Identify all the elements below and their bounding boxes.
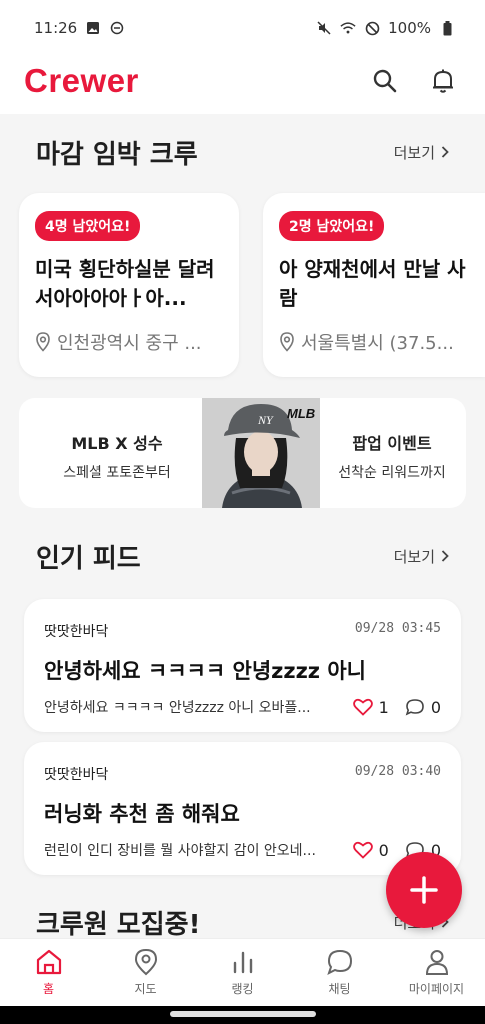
home-icon <box>36 949 61 975</box>
deadline-more-link[interactable]: 더보기 <box>394 142 449 163</box>
crew-location-text: 서울특별시 (37.5... <box>301 333 454 354</box>
feed-footer: 안녕하세요 ㅋㅋㅋㅋ 안녕zzzz 아니 오바플... 1 0 <box>44 697 441 717</box>
search-icon <box>373 69 397 93</box>
deadline-section-header: 마감 임박 크루 더보기 <box>0 134 485 170</box>
banner-left: MLB X 성수 스페셜 포토존부터 <box>51 430 183 482</box>
crew-card[interactable]: 2명 남았어요! 아 양재천에서 만날 사람 서울특별시 (37.5... <box>263 193 485 377</box>
crew-title: 아 양재천에서 만날 사람 <box>279 257 466 310</box>
section-title-feed: 인기 피드 <box>36 543 141 574</box>
location-pin-icon <box>36 332 50 352</box>
banner-right: 팝업 이벤트 선착순 리워드까지 <box>319 430 465 482</box>
search-button[interactable] <box>371 67 399 95</box>
comment-count: 0 <box>430 697 441 717</box>
gallery-icon <box>85 20 101 36</box>
status-time: 11:26 <box>34 19 78 37</box>
nav-label: 홈 <box>42 982 55 996</box>
feed-footer: 런린이 인디 장비를 뭘 사야할지 감이 안오네... 0 0 <box>44 840 441 860</box>
crew-location-text: 인천광역시 중구 ... <box>57 333 202 354</box>
bell-icon <box>433 69 453 93</box>
map-pin-icon <box>134 948 157 976</box>
section-title-deadline: 마감 임박 크루 <box>36 139 198 170</box>
dnd-icon <box>109 20 125 36</box>
more-label: 더보기 <box>393 143 435 162</box>
feed-date: 09/28 03:40 <box>354 764 441 779</box>
app-header: Crewer <box>0 48 485 114</box>
status-left: 11:26 <box>34 19 125 37</box>
feed-author: 땃땃한바닥 <box>44 767 109 783</box>
location-pin-icon <box>280 332 294 352</box>
remaining-badge: 4명 남았어요! <box>35 211 141 241</box>
bottom-nav: 홈 지도 랭킹 채팅 마이페이지 <box>0 938 485 1006</box>
bar-chart-icon <box>233 951 252 974</box>
blocked-icon <box>364 20 380 36</box>
feed-section-header: 인기 피드 더보기 <box>0 538 485 574</box>
feed-date: 09/28 03:45 <box>354 621 441 636</box>
comment-icon[interactable] <box>405 698 425 716</box>
promo-banner[interactable]: MLB X 성수 스페셜 포토존부터 NY MLB 팝업 이벤트 선착순 리워드… <box>19 398 466 508</box>
banner-brand-tag: MLB <box>287 406 316 421</box>
banner-right-sub: 선착순 리워드까지 <box>338 465 446 481</box>
notification-button[interactable] <box>429 67 457 95</box>
like-count: 0 <box>378 840 389 860</box>
home-indicator[interactable] <box>170 1011 316 1017</box>
crew-location: 인천광역시 중구 ... <box>35 329 223 355</box>
create-button[interactable] <box>386 852 462 928</box>
feed-title: 안녕하세요 ㅋㅋㅋㅋ 안녕zzzz 아니 <box>44 659 366 683</box>
feed-author: 땃땃한바닥 <box>44 624 109 640</box>
status-right: 100% <box>316 19 455 37</box>
chevron-right-icon <box>441 146 449 158</box>
like-count: 1 <box>378 697 389 717</box>
banner-left-title: MLB X 성수 <box>71 434 163 453</box>
nav-label: 마이페이지 <box>408 982 465 996</box>
banner-left-sub: 스페셜 포토존부터 <box>63 465 171 481</box>
nav-item-mypage[interactable]: 마이페이지 <box>392 948 482 997</box>
nav-label: 랭킹 <box>231 982 254 996</box>
battery-percent: 100% <box>388 19 431 37</box>
nav-item-map[interactable]: 지도 <box>101 948 191 997</box>
feed-preview: 안녕하세요 ㅋㅋㅋㅋ 안녕zzzz 아니 오바플... <box>44 700 311 716</box>
feed-stats: 1 0 <box>352 697 441 717</box>
feed-preview: 런린이 인디 장비를 뭘 사야할지 감이 안오네... <box>44 843 316 859</box>
person-icon <box>425 950 448 975</box>
nav-item-chat[interactable]: 채팅 <box>295 948 385 997</box>
feed-card[interactable]: 땃땃한바닥 09/28 03:40 러닝화 추천 좀 해줘요 런린이 인디 장비… <box>24 742 461 875</box>
nav-label: 지도 <box>134 982 157 996</box>
remaining-badge: 2명 남았어요! <box>279 211 385 241</box>
section-title-recruit: 크루원 모집중! <box>36 909 201 940</box>
feed-meta: 땃땃한바닥 09/28 03:45 <box>44 621 441 641</box>
mute-icon <box>316 20 332 36</box>
nav-label: 채팅 <box>328 982 351 996</box>
svg-text:NY: NY <box>257 413 274 427</box>
feed-card[interactable]: 땃땃한바닥 09/28 03:45 안녕하세요 ㅋㅋㅋㅋ 안녕zzzz 아니 안… <box>24 599 461 732</box>
nav-item-ranking[interactable]: 랭킹 <box>198 948 288 997</box>
feed-meta: 땃땃한바닥 09/28 03:40 <box>44 764 441 784</box>
feed-more-link[interactable]: 더보기 <box>394 546 449 567</box>
feed-title: 러닝화 추천 좀 해줘요 <box>44 802 240 826</box>
crew-location: 서울특별시 (37.5... <box>279 329 469 355</box>
chevron-right-icon <box>441 550 449 562</box>
heart-icon[interactable] <box>352 698 373 716</box>
heart-icon[interactable] <box>352 841 373 859</box>
crew-card[interactable]: 4명 남았어요! 미국 횡단하실분 달려서아아아아ㅏ아... 인천광역시 중구 … <box>19 193 239 377</box>
header-actions <box>371 67 461 95</box>
wifi-icon <box>340 20 356 36</box>
crew-title: 미국 횡단하실분 달려서아아아아ㅏ아... <box>35 257 215 310</box>
app-logo[interactable]: Crewer <box>24 62 139 100</box>
nav-item-home[interactable]: 홈 <box>4 948 94 997</box>
banner-right-title: 팝업 이벤트 <box>352 434 432 453</box>
plus-icon <box>410 876 438 904</box>
battery-icon <box>439 20 455 36</box>
more-label: 더보기 <box>393 547 435 566</box>
chat-icon <box>326 949 352 975</box>
